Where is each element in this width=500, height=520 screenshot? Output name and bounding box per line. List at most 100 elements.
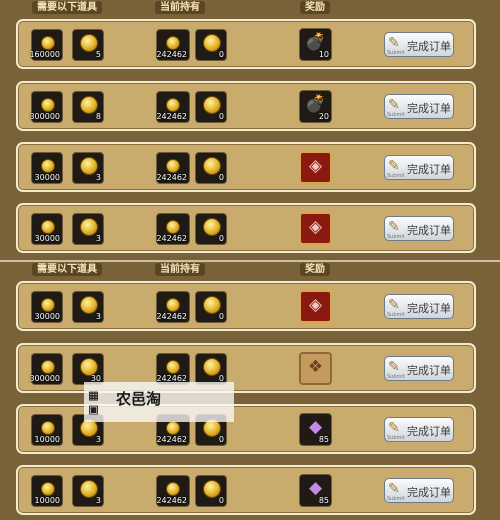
watermark: ▦ ▣ 农邑淘 bbox=[84, 382, 234, 422]
order-panel-top: 需要以下道具 当前持有 奖励 160000 5 242462 0 💣 10 ✎ 完成订单 Sub… bbox=[0, 0, 500, 260]
complete-order-label: 完成订单 bbox=[407, 486, 451, 499]
required-coin-slot: 3 bbox=[72, 291, 104, 323]
holding-gold-slot: 242462 bbox=[156, 152, 190, 184]
order-row: 30000 3 242462 0 ◈ ✎ 完成订单 Submit bbox=[16, 203, 476, 253]
order-panel-bottom: 需要以下道具 当前持有 奖励 30000 3 242462 0 ◈ ✎ 完成订单 Submit… bbox=[0, 260, 500, 520]
required-coin-amount: 3 bbox=[95, 312, 101, 321]
required-coin-slot: 3 bbox=[72, 475, 104, 507]
holding-coin-amount: 0 bbox=[218, 496, 224, 505]
required-coin-amount: 8 bbox=[95, 112, 101, 121]
gold-coin-icon bbox=[166, 220, 180, 234]
required-coin-amount: 3 bbox=[95, 173, 101, 182]
reward-slot[interactable]: ◈ bbox=[299, 151, 332, 184]
order-row: 30000 3 242462 0 ◈ ✎ 完成订单 Submit bbox=[16, 142, 476, 192]
scroll-icon: ✎ bbox=[388, 481, 400, 497]
holding-coin-amount: 0 bbox=[218, 234, 224, 243]
holding-coin-amount: 0 bbox=[218, 50, 224, 59]
complete-order-button[interactable]: ✎ 完成订单 Submit bbox=[384, 155, 454, 180]
gem-icon: ◆ bbox=[308, 417, 323, 437]
holding-coin-amount: 0 bbox=[218, 173, 224, 182]
holding-coin-slot: 0 bbox=[195, 213, 227, 245]
reward-quantity: 10 bbox=[318, 50, 329, 59]
complete-order-button[interactable]: ✎ 完成订单 Submit bbox=[384, 32, 454, 57]
bomb-icon: 💣 bbox=[304, 32, 327, 52]
reward-slot[interactable]: ◈ bbox=[299, 290, 332, 323]
gold-coin-icon bbox=[166, 159, 180, 173]
holding-gold-amount: 242462 bbox=[156, 312, 187, 321]
holding-coin-slot: 0 bbox=[195, 291, 227, 323]
scroll-icon: ✎ bbox=[388, 297, 400, 313]
complete-order-label: 完成订单 bbox=[407, 40, 451, 53]
holding-coin-slot: 0 bbox=[195, 152, 227, 184]
required-coin-slot: 8 bbox=[72, 91, 104, 123]
submit-label: Submit bbox=[387, 496, 405, 502]
header-holding: 当前持有 bbox=[155, 1, 205, 14]
complete-order-button[interactable]: ✎ 完成订单 Submit bbox=[384, 478, 454, 503]
gold-coin-icon bbox=[41, 360, 55, 374]
header-reward: 奖励 bbox=[300, 263, 330, 276]
order-row: 300000 8 242462 0 💣 20 ✎ 完成订单 Submit bbox=[16, 81, 476, 131]
complete-order-label: 完成订单 bbox=[407, 163, 451, 176]
required-gold-slot: 30000 bbox=[31, 152, 63, 184]
required-gold-amount: 30000 bbox=[34, 312, 60, 321]
complete-order-button[interactable]: ✎ 完成订单 Submit bbox=[384, 417, 454, 442]
complete-order-label: 完成订单 bbox=[407, 364, 451, 377]
complete-order-button[interactable]: ✎ 完成订单 Submit bbox=[384, 356, 454, 381]
reward-quantity: 85 bbox=[318, 496, 329, 505]
holding-coin-amount: 0 bbox=[218, 312, 224, 321]
complete-order-button[interactable]: ✎ 完成订单 Submit bbox=[384, 294, 454, 319]
reward-slot[interactable]: ❖ bbox=[299, 352, 332, 385]
complete-order-label: 完成订单 bbox=[407, 302, 451, 315]
required-gold-slot: 30000 bbox=[31, 213, 63, 245]
holding-coin-slot: 0 bbox=[195, 91, 227, 123]
holding-gold-amount: 242462 bbox=[156, 496, 187, 505]
holding-coin-slot: 0 bbox=[195, 475, 227, 507]
gold-coin-icon bbox=[41, 98, 55, 112]
scroll-icon: ✎ bbox=[388, 420, 400, 436]
required-coin-slot: 30 bbox=[72, 353, 104, 385]
required-gold-amount: 300000 bbox=[29, 374, 60, 383]
gold-coin-icon bbox=[166, 360, 180, 374]
watermark-text: 农邑淘 bbox=[116, 390, 162, 408]
gold-coin-icon bbox=[166, 36, 180, 50]
submit-label: Submit bbox=[387, 374, 405, 380]
holding-coin-amount: 0 bbox=[218, 435, 224, 444]
required-gold-slot: 10000 bbox=[31, 475, 63, 507]
red-box-icon: ◈ bbox=[308, 217, 323, 237]
submit-label: Submit bbox=[387, 435, 405, 441]
holding-gold-slot: 242462 bbox=[156, 475, 190, 507]
tan-box-icon: ❖ bbox=[307, 357, 324, 377]
holding-gold-amount: 242462 bbox=[156, 234, 187, 243]
required-gold-amount: 300000 bbox=[29, 112, 60, 121]
required-coin-slot: 3 bbox=[72, 213, 104, 245]
holding-coin-slot: 0 bbox=[195, 29, 227, 61]
required-gold-amount: 10000 bbox=[34, 496, 60, 505]
holding-gold-amount: 242462 bbox=[156, 435, 187, 444]
complete-order-button[interactable]: ✎ 完成订单 Submit bbox=[384, 94, 454, 119]
red-box-icon: ◈ bbox=[308, 156, 323, 176]
reward-slot[interactable]: ◆ 85 bbox=[299, 413, 332, 446]
reward-slot[interactable]: ◈ bbox=[299, 212, 332, 245]
required-coin-amount: 5 bbox=[95, 50, 101, 59]
header-reward: 奖励 bbox=[300, 1, 330, 14]
order-row: 30000 3 242462 0 ◈ ✎ 完成订单 Submit bbox=[16, 281, 476, 331]
holding-gold-slot: 242462 bbox=[156, 291, 190, 323]
gold-coin-icon bbox=[41, 159, 55, 173]
reward-slot[interactable]: 💣 20 bbox=[299, 90, 332, 123]
holding-gold-slot: 242462 bbox=[156, 91, 190, 123]
gold-coin-icon bbox=[166, 482, 180, 496]
holding-gold-amount: 242462 bbox=[156, 112, 187, 121]
holding-gold-slot: 242462 bbox=[156, 353, 190, 385]
reward-slot[interactable]: 💣 10 bbox=[299, 28, 332, 61]
scroll-icon: ✎ bbox=[388, 97, 400, 113]
required-coin-amount: 3 bbox=[95, 234, 101, 243]
header-required: 需要以下道具 bbox=[32, 1, 102, 14]
required-gold-slot: 30000 bbox=[31, 291, 63, 323]
reward-slot[interactable]: ◆ 85 bbox=[299, 474, 332, 507]
gold-coin-icon bbox=[41, 482, 55, 496]
holding-gold-slot: 242462 bbox=[156, 29, 190, 61]
complete-order-label: 完成订单 bbox=[407, 224, 451, 237]
complete-order-button[interactable]: ✎ 完成订单 Submit bbox=[384, 216, 454, 241]
gold-coin-icon bbox=[41, 220, 55, 234]
gold-coin-icon bbox=[41, 36, 55, 50]
